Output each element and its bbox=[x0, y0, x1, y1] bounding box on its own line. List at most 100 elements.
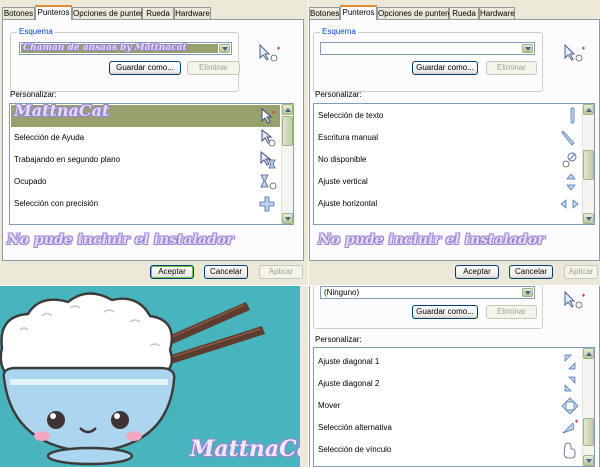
scheme-select[interactable]: Chaman de ansaas by Mattnacat bbox=[19, 42, 232, 55]
customize-label: Personalizar: bbox=[315, 335, 362, 344]
list-item[interactable]: Mover bbox=[315, 395, 581, 417]
scheme-group: (Ninguno) Guardar como... Eliminar bbox=[313, 286, 543, 329]
tab-rueda[interactable]: Rueda bbox=[449, 7, 479, 19]
tab-hardware[interactable]: Hardware bbox=[479, 7, 515, 19]
tab-opciones-de-puntero[interactable]: Opciones de puntero bbox=[72, 7, 147, 19]
list-item-label: Selección de vínculo bbox=[318, 445, 392, 454]
working-background-icon bbox=[260, 151, 276, 169]
scheme-select[interactable]: (Ninguno) bbox=[320, 286, 535, 299]
chevron-down-icon[interactable] bbox=[522, 44, 533, 53]
tab-punteros[interactable]: Punteros bbox=[35, 5, 72, 20]
customize-label: Personalizar: bbox=[315, 90, 362, 99]
tab-content: (Ninguno) Guardar como... Eliminar Perso… bbox=[309, 286, 600, 467]
diagonal-resize-1-icon bbox=[564, 354, 576, 370]
customize-label: Personalizar: bbox=[10, 90, 57, 99]
normal-select-icon bbox=[261, 107, 275, 124]
scheme-selected-value: (Ninguno) bbox=[324, 288, 360, 297]
list-item[interactable]: Trabajando en segundo plano bbox=[11, 149, 280, 171]
list-item-label: Ajuste diagonal 1 bbox=[318, 357, 380, 366]
list-item-label: Selección de texto bbox=[318, 111, 384, 120]
kawaii-artwork: MattnaCat bbox=[0, 286, 300, 467]
tab-content: Esquema Guardar como... Eliminar Persona… bbox=[309, 19, 600, 261]
list-item[interactable]: Ajuste vertical bbox=[315, 171, 581, 193]
scheme-select[interactable] bbox=[320, 42, 535, 55]
cancel-button[interactable]: Cancelar bbox=[204, 265, 248, 279]
delete-button[interactable]: Eliminar bbox=[486, 61, 537, 75]
list-item-label: Mover bbox=[318, 401, 341, 410]
list-item[interactable]: Selección de vínculo bbox=[315, 439, 581, 461]
list-item[interactable]: Ajuste horizontal bbox=[315, 193, 581, 215]
ok-button[interactable]: Aceptar bbox=[455, 265, 499, 279]
scroll-thumb[interactable] bbox=[282, 116, 293, 146]
list-item-label: Ocupado bbox=[14, 177, 47, 186]
list-item[interactable]: No disponible bbox=[315, 149, 581, 171]
list-item[interactable]: Ajuste diagonal 2 bbox=[315, 373, 581, 395]
chevron-down-icon[interactable] bbox=[522, 288, 533, 297]
list-item[interactable]: Selección con precisión bbox=[11, 193, 280, 215]
delete-button[interactable]: Eliminar bbox=[187, 61, 240, 75]
installer-note: No pude incluir el instalador bbox=[7, 232, 234, 248]
cursor-list[interactable]: Selección de texto Escritura manual No d… bbox=[313, 103, 595, 225]
list-item[interactable]: Ajuste diagonal 1 bbox=[315, 351, 581, 373]
vertical-resize-icon bbox=[566, 173, 576, 191]
scheme-selected-value: Chaman de ansaas by Mattnacat bbox=[21, 43, 218, 53]
delete-button[interactable]: Eliminar bbox=[486, 305, 537, 319]
scroll-down-icon[interactable] bbox=[583, 455, 594, 466]
cursor-list[interactable]: Ajuste diagonal 1 Ajuste diagonal 2 Move… bbox=[313, 347, 595, 467]
tab-punteros[interactable]: Punteros bbox=[340, 5, 377, 20]
scroll-down-icon[interactable] bbox=[583, 213, 594, 224]
save-as-button[interactable]: Guardar como... bbox=[109, 61, 181, 75]
pointer-preview-icon bbox=[564, 290, 585, 309]
diagonal-resize-2-icon bbox=[564, 376, 576, 392]
list-item-label: Selección alternativa bbox=[318, 423, 392, 432]
list-item[interactable]: Ocupado bbox=[11, 171, 280, 193]
save-as-button[interactable]: Guardar como... bbox=[412, 305, 478, 319]
scroll-thumb[interactable] bbox=[583, 150, 594, 180]
scroll-up-icon[interactable] bbox=[583, 104, 594, 115]
scheme-group: Esquema Guardar como... Eliminar bbox=[313, 27, 543, 92]
scroll-up-icon[interactable] bbox=[282, 104, 293, 115]
tab-content: Esquema Chaman de ansaas by Mattnacat Gu… bbox=[2, 19, 304, 261]
list-item-label: Escritura manual bbox=[318, 133, 379, 142]
list-item[interactable]: Selección alternativa bbox=[315, 417, 581, 439]
scheme-title: Esquema bbox=[17, 27, 55, 37]
tab-botones[interactable]: Botones bbox=[309, 7, 340, 19]
list-item-label: Selección de Ayuda bbox=[14, 133, 85, 142]
tab-rueda[interactable]: Rueda bbox=[142, 7, 174, 19]
list-item[interactable]: Selección de texto bbox=[315, 105, 581, 127]
mouse-properties-panel-a: Botones Punteros Opciones de puntero Rue… bbox=[0, 0, 308, 285]
list-item-label: Trabajando en segundo plano bbox=[14, 155, 121, 164]
tab-hardware[interactable]: Hardware bbox=[174, 7, 211, 19]
list-item[interactable]: Escritura manual bbox=[315, 127, 581, 149]
list-scrollbar[interactable] bbox=[281, 104, 293, 224]
text-select-icon bbox=[570, 107, 575, 124]
move-icon bbox=[561, 397, 579, 415]
scroll-down-icon[interactable] bbox=[282, 213, 293, 224]
mouse-properties-panel-c: (Ninguno) Guardar como... Eliminar Perso… bbox=[309, 286, 600, 467]
apply-button[interactable]: Aplicar bbox=[259, 265, 303, 279]
scroll-up-icon[interactable] bbox=[583, 348, 594, 359]
save-as-button[interactable]: Guardar como... bbox=[412, 61, 478, 75]
pointer-preview-icon bbox=[564, 43, 585, 62]
tab-botones[interactable]: Botones bbox=[2, 7, 35, 19]
list-item[interactable]: MattnaCat bbox=[11, 103, 280, 127]
list-item[interactable]: Selección de Ayuda bbox=[11, 127, 280, 149]
scroll-thumb[interactable] bbox=[583, 418, 594, 446]
apply-button[interactable]: Aplicar bbox=[564, 265, 598, 279]
list-item-label: MattnaCat bbox=[14, 103, 110, 120]
list-item-label: Ajuste vertical bbox=[318, 177, 368, 186]
ok-button[interactable]: Aceptar bbox=[150, 265, 194, 279]
cancel-button[interactable]: Cancelar bbox=[509, 265, 553, 279]
tab-opciones-de-puntero[interactable]: Opciones de puntero bbox=[377, 7, 452, 19]
list-item-label: Ajuste diagonal 2 bbox=[318, 379, 380, 388]
scheme-group: Esquema Chaman de ansaas by Mattnacat Gu… bbox=[10, 27, 240, 92]
scheme-selected-text: Chaman de ansaas by Mattnacat bbox=[23, 43, 187, 53]
list-item-label: Ajuste horizontal bbox=[318, 199, 378, 208]
list-scrollbar[interactable] bbox=[582, 104, 594, 224]
chevron-down-icon[interactable] bbox=[219, 44, 230, 53]
list-scrollbar[interactable] bbox=[582, 348, 594, 466]
scheme-selected-value bbox=[322, 44, 521, 53]
scheme-title: Esquema bbox=[320, 27, 358, 37]
precision-select-icon bbox=[259, 196, 275, 212]
cursor-list[interactable]: MattnaCat Selección de Ayuda Trabajando … bbox=[9, 103, 294, 225]
